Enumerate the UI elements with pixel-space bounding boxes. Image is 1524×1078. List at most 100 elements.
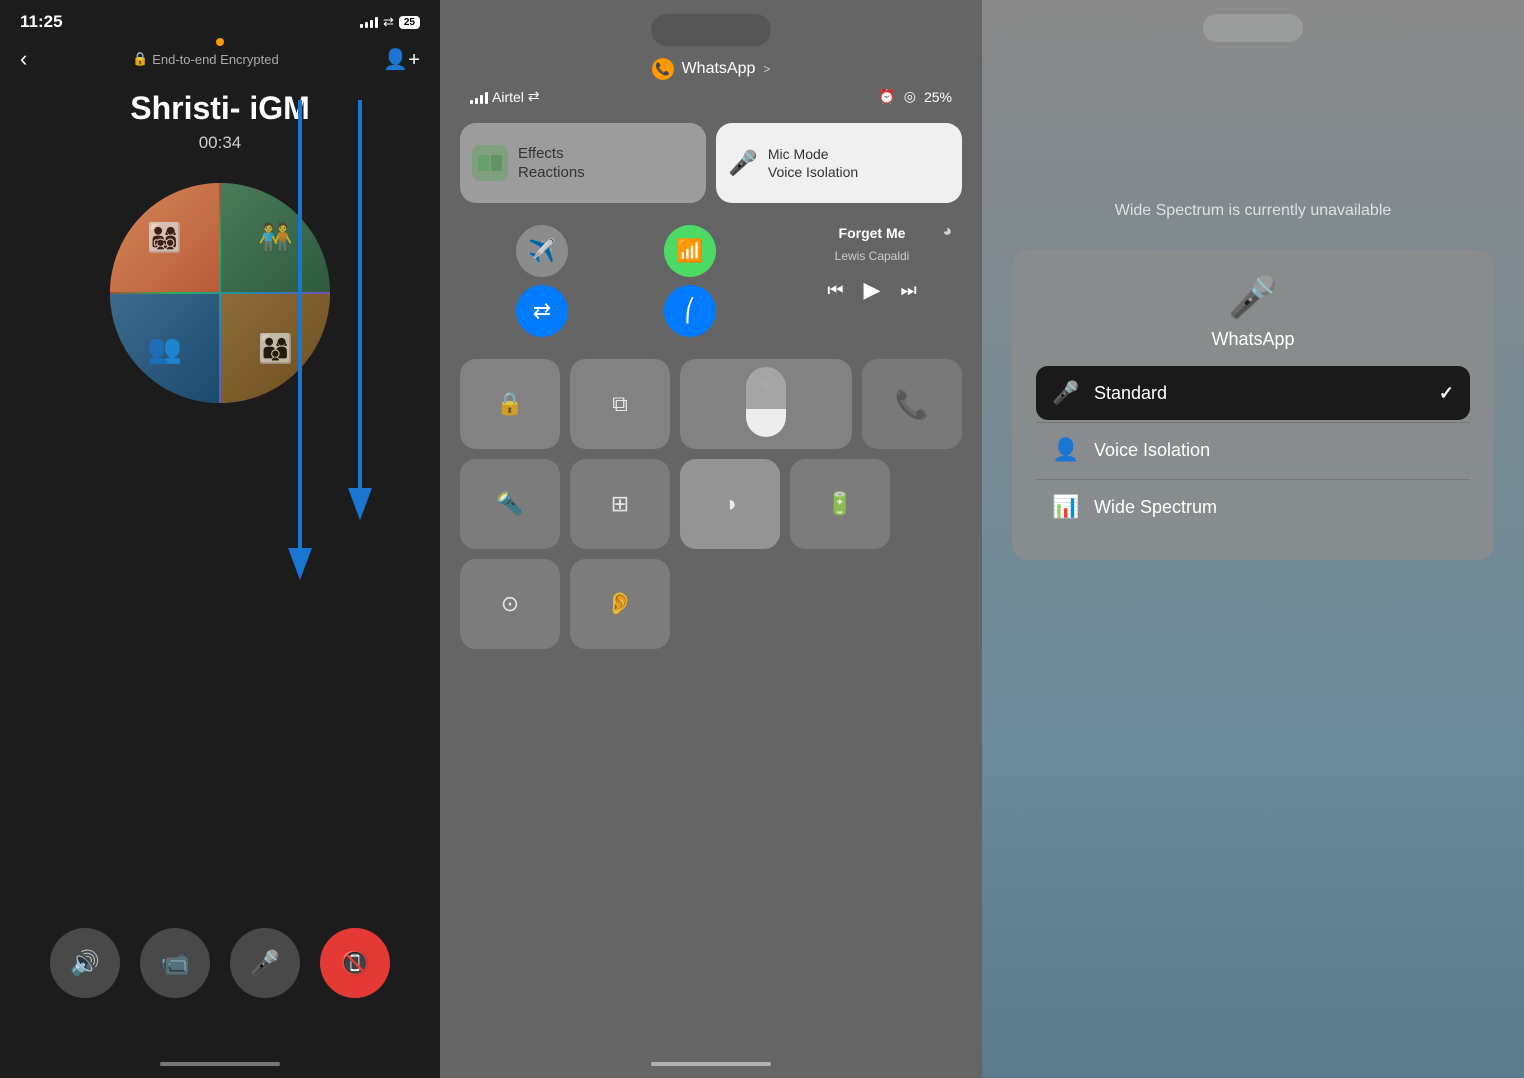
brightness-fill <box>746 409 786 437</box>
qr-scanner-button[interactable]: ⊞ <box>570 459 670 549</box>
cellular-button[interactable]: 📶 <box>664 225 716 277</box>
speaker-button[interactable]: 🔊 <box>50 928 120 998</box>
contact-name: Shristi- iGM <box>0 90 440 127</box>
wifi-button[interactable]: ⇄ <box>516 285 568 337</box>
p2-status-bar: Airtel ⇄ ⏰ ◎ 25% <box>440 80 982 113</box>
voice-isolation-option-label: Voice Isolation <box>1094 440 1454 461</box>
play-pause-button[interactable]: ▶ <box>864 277 881 303</box>
back-button[interactable]: ‹ <box>20 46 27 72</box>
whatsapp-phone-icon: 📞 <box>655 62 670 76</box>
mute-button[interactable]: 🎤 <box>230 928 300 998</box>
wide-spectrum-option-label: Wide Spectrum <box>1094 497 1454 518</box>
low-power-button[interactable]: 🔋 <box>790 459 890 549</box>
voice-isolation-option[interactable]: 👤 Voice Isolation <box>1036 423 1470 477</box>
mic-mode-label: Mic Mode Voice Isolation <box>768 145 858 181</box>
effects-reactions-tile[interactable]: EffectsReactions <box>460 123 706 203</box>
top-pill-area <box>440 0 982 46</box>
status-time: 11:25 <box>20 12 63 32</box>
flashlight-icon: 🔦 <box>496 491 523 517</box>
mic-mode-card: 🎤 WhatsApp 🎤 Standard ✓ 👤 Voice Isolatio… <box>1012 250 1494 560</box>
mic-mode-icon: 🎤 <box>728 149 758 178</box>
cc-row-4: 🔦 ⊞ ◑ 🔋 <box>460 459 962 549</box>
qr-icon: ⊞ <box>611 491 629 517</box>
voice-isolation-icon: 👤 <box>1052 437 1080 463</box>
end-call-icon: 📵 <box>340 949 370 978</box>
mic-card-header: 🎤 WhatsApp <box>1036 274 1470 350</box>
hearing-icon: 👂 <box>606 591 633 617</box>
add-contact-button[interactable]: 👤+ <box>383 47 420 72</box>
mic-large-icon: 🎤 <box>1228 274 1278 321</box>
home-indicator <box>160 1062 280 1066</box>
cc-row-1: EffectsReactions 🎤 Mic Mode Voice Isolat… <box>460 123 962 203</box>
p2-wifi-icon: ⇄ <box>528 88 540 105</box>
whatsapp-banner[interactable]: 📞 WhatsApp > <box>440 58 982 80</box>
mute-icon: 🎤 <box>250 949 280 978</box>
control-center-screen: 📞 WhatsApp > Airtel ⇄ ⏰ ◎ 25% <box>440 0 982 1078</box>
screen-record-icon: ⊙ <box>501 591 519 617</box>
effects-icon <box>472 145 508 181</box>
background-pattern <box>0 0 440 1078</box>
screen-mirror-button[interactable]: ⧉ <box>570 359 670 449</box>
call-timer: 00:34 <box>0 133 440 153</box>
next-track-button[interactable]: ⏭ <box>900 280 916 301</box>
effects-reactions-label: EffectsReactions <box>518 144 585 183</box>
p2-signal-icon <box>470 90 488 104</box>
music-player-tile[interactable]: ◕ Forget Me Lewis Capaldi ⏮ ▶ ⏭ <box>782 213 962 349</box>
speaker-icon: 🔊 <box>70 949 100 978</box>
alarm-icon: ⏰ <box>878 88 895 105</box>
screen-record-button[interactable]: ⊙ <box>460 559 560 649</box>
music-track-title: Forget Me <box>794 225 950 241</box>
music-artist-label: Lewis Capaldi <box>794 249 950 263</box>
standard-checkmark: ✓ <box>1439 383 1454 404</box>
battery-saver-icon: 🔋 <box>826 491 853 517</box>
contact-avatar: 👨‍👩‍👧‍👦 🧑‍🤝‍🧑 👥 👨‍👩‍👦 <box>110 183 330 403</box>
phone-icon: 📞 <box>895 388 930 421</box>
music-controls: ⏮ ▶ ⏭ <box>794 277 950 303</box>
cc-row-3: 🔒 ⧉ ☀ 📞 <box>460 359 962 449</box>
bluetooth-button[interactable]: ⎛ <box>664 285 716 337</box>
call-controls: 🔊 📹 🎤 📵 <box>0 928 440 998</box>
appearance-button[interactable]: ◑ <box>680 459 780 549</box>
connectivity-column: ✈️ 📶 ⇄ ⎛ <box>460 213 772 349</box>
p3-dynamic-island <box>1203 14 1303 42</box>
battery-label: 25% <box>924 89 952 105</box>
screen-mirror-icon: ⧉ <box>612 391 628 417</box>
rotation-lock-icon: 🔒 <box>496 391 523 417</box>
brightness-icon: ☀ <box>758 375 774 396</box>
wide-spectrum-option[interactable]: 📊 Wide Spectrum <box>1036 480 1470 534</box>
video-icon: 📹 <box>160 949 190 978</box>
home-indicator-p2 <box>651 1062 771 1066</box>
connectivity-tiles: ✈️ 📶 ⇄ ⎛ <box>460 213 772 349</box>
p2-carrier-label: Airtel ⇄ <box>470 88 540 105</box>
control-center-grid: EffectsReactions 🎤 Mic Mode Voice Isolat… <box>440 113 982 659</box>
standard-option[interactable]: 🎤 Standard ✓ <box>1036 366 1470 420</box>
previous-track-button[interactable]: ⏮ <box>827 280 843 301</box>
whatsapp-app-name-label: WhatsApp <box>682 60 756 78</box>
mic-mode-tile[interactable]: 🎤 Mic Mode Voice Isolation <box>716 123 962 203</box>
phone-button[interactable]: 📞 <box>862 359 962 449</box>
status-bar: 11:25 ⇄ 25 <box>0 0 440 38</box>
airplane-mode-button[interactable]: ✈️ <box>516 225 568 277</box>
standard-option-label: Standard <box>1094 383 1425 404</box>
brightness-slider-tile[interactable]: ☀ <box>680 359 852 449</box>
wide-spectrum-icon: 📊 <box>1052 494 1080 520</box>
flashlight-button[interactable]: 🔦 <box>460 459 560 549</box>
whatsapp-call-screen: 11:25 ⇄ 25 ‹ 🔒 End-to-end Encrypted 👤+ S… <box>0 0 440 1078</box>
mic-app-name: WhatsApp <box>1211 329 1294 350</box>
call-header: ‹ 🔒 End-to-end Encrypted 👤+ <box>0 38 440 80</box>
video-button[interactable]: 📹 <box>140 928 210 998</box>
p2-status-right: ⏰ ◎ 25% <box>878 88 952 105</box>
status-icons: ⇄ 25 <box>360 14 420 30</box>
whatsapp-app-icon: 📞 <box>652 58 674 80</box>
hearing-button[interactable]: 👂 <box>570 559 670 649</box>
appearance-icon: ◑ <box>723 491 736 517</box>
dynamic-island <box>651 14 771 46</box>
cc-row-2: ✈️ 📶 ⇄ ⎛ ◕ Forget Me Lewis Capaldi ⏮ ▶ ⏭ <box>460 213 962 349</box>
end-call-button[interactable]: 📵 <box>320 928 390 998</box>
wifi-icon: ⇄ <box>383 14 394 30</box>
p3-top-pill-area <box>982 0 1524 42</box>
rotation-lock-button[interactable]: 🔒 <box>460 359 560 449</box>
mic-mode-selection-screen: Wide Spectrum is currently unavailable 🎤… <box>982 0 1524 1078</box>
standard-mic-icon: 🎤 <box>1052 380 1080 406</box>
wide-spectrum-message: Wide Spectrum is currently unavailable <box>982 202 1524 220</box>
